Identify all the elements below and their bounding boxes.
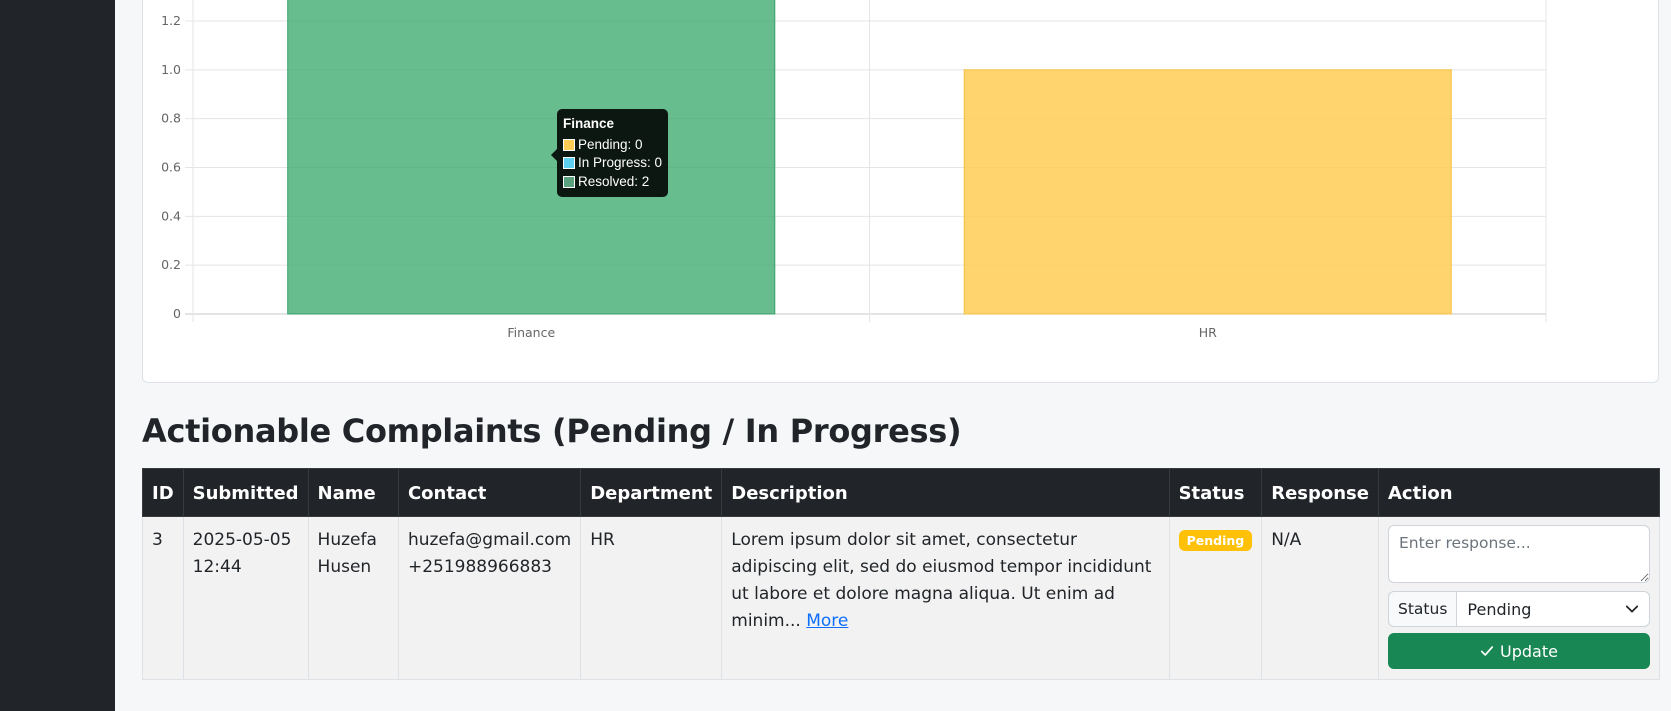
header-name: Name [307, 468, 399, 517]
status-select-value: Pending [1467, 599, 1532, 619]
cell-id: 3 [142, 516, 184, 680]
chevron-down-icon [1625, 605, 1639, 613]
tooltip-row-pending: Pending: 0 [563, 136, 662, 155]
tooltip-pending-label: Pending: 0 [578, 136, 643, 152]
chart-tooltip: Finance Pending: 0 In Progress: 0 Resolv… [551, 109, 669, 197]
cell-response: N/A [1261, 516, 1379, 680]
status-select[interactable]: Pending [1456, 591, 1650, 627]
status-select-group: Status Pending [1388, 591, 1650, 627]
update-button[interactable]: Update [1388, 633, 1650, 669]
cell-description: Lorem ipsum dolor sit amet, consectetur … [721, 516, 1170, 680]
complaints-by-department-chart: 0 0.2 0.4 0.6 0.8 1.0 1.2 Finance HR [161, 0, 1547, 340]
tooltip-row-resolved: Resolved: 2 [563, 173, 662, 192]
status-select-prefix: Status [1388, 591, 1457, 627]
tooltip-in-progress-label: In Progress: 0 [578, 155, 663, 170]
complaints-table: ID Submitted Name Contact Department Des… [142, 468, 1660, 680]
name-last: Husen [317, 557, 372, 577]
header-description: Description [721, 468, 1170, 517]
x-tick-label: HR [1199, 325, 1217, 340]
update-button-label: Update [1500, 641, 1558, 661]
header-id: ID [142, 468, 184, 517]
tooltip-caret [551, 149, 557, 161]
bar-pending-hr [963, 69, 1452, 315]
tooltip-row-in-progress: In Progress: 0 [563, 154, 662, 173]
chart-card: 0 0.2 0.4 0.6 0.8 1.0 1.2 Finance HR Finance Pen… [142, 0, 1659, 383]
header-contact: Contact [397, 468, 582, 517]
in-progress-swatch [563, 157, 575, 170]
cell-contact: huzefa@gmail.com +251988966883 [397, 516, 582, 680]
y-tick-label: 1.2 [161, 13, 181, 28]
table-header-row: ID Submitted Name Contact Department Des… [142, 468, 1660, 517]
header-status: Status [1168, 468, 1263, 517]
header-action: Action [1378, 468, 1660, 517]
x-tick-label: Finance [507, 325, 555, 340]
cell-name: Huzefa Husen [307, 516, 399, 680]
tooltip-title: Finance [563, 116, 615, 131]
y-tick-label: 0.8 [161, 111, 181, 126]
y-tick-label: 0.6 [161, 160, 181, 175]
y-tick-label: 0.2 [161, 257, 181, 272]
description-text: Lorem ipsum dolor sit amet, consectetur … [731, 530, 1152, 631]
y-tick-label: 1.0 [161, 62, 181, 77]
bar-resolved-finance [287, 0, 776, 315]
header-response: Response [1261, 468, 1379, 517]
more-link[interactable]: More [806, 611, 848, 631]
pending-swatch [563, 138, 575, 151]
resolved-swatch [563, 175, 575, 188]
section-title: Actionable Complaints (Pending / In Prog… [142, 412, 962, 450]
y-tick-label: 0 [173, 306, 181, 321]
tooltip-resolved-label: Resolved: 2 [578, 173, 650, 189]
cell-action: Status Pending Update [1378, 516, 1660, 680]
y-tick-label: 0.4 [161, 208, 181, 223]
contact-email: huzefa@gmail.com [407, 530, 572, 550]
status-badge: Pending [1178, 530, 1253, 551]
cell-submitted: 2025-05-05 12:44 [182, 516, 309, 680]
response-input[interactable] [1388, 525, 1650, 583]
check-icon [1480, 646, 1494, 656]
main-content: 0 0.2 0.4 0.6 0.8 1.0 1.2 Finance HR Finance Pen… [115, 0, 1671, 711]
header-department: Department [580, 468, 723, 517]
contact-phone: +251988966883 [407, 557, 552, 577]
submitted-date: 2025-05-05 [192, 530, 292, 550]
header-submitted: Submitted [182, 468, 309, 517]
table-row: 3 2025-05-05 12:44 Huzefa Husen huzefa@g… [142, 516, 1660, 680]
cell-department: HR [580, 516, 723, 680]
cell-status: Pending [1168, 516, 1263, 680]
name-first: Huzefa [317, 530, 377, 550]
sidebar [0, 0, 115, 711]
submitted-time: 12:44 [192, 557, 242, 577]
